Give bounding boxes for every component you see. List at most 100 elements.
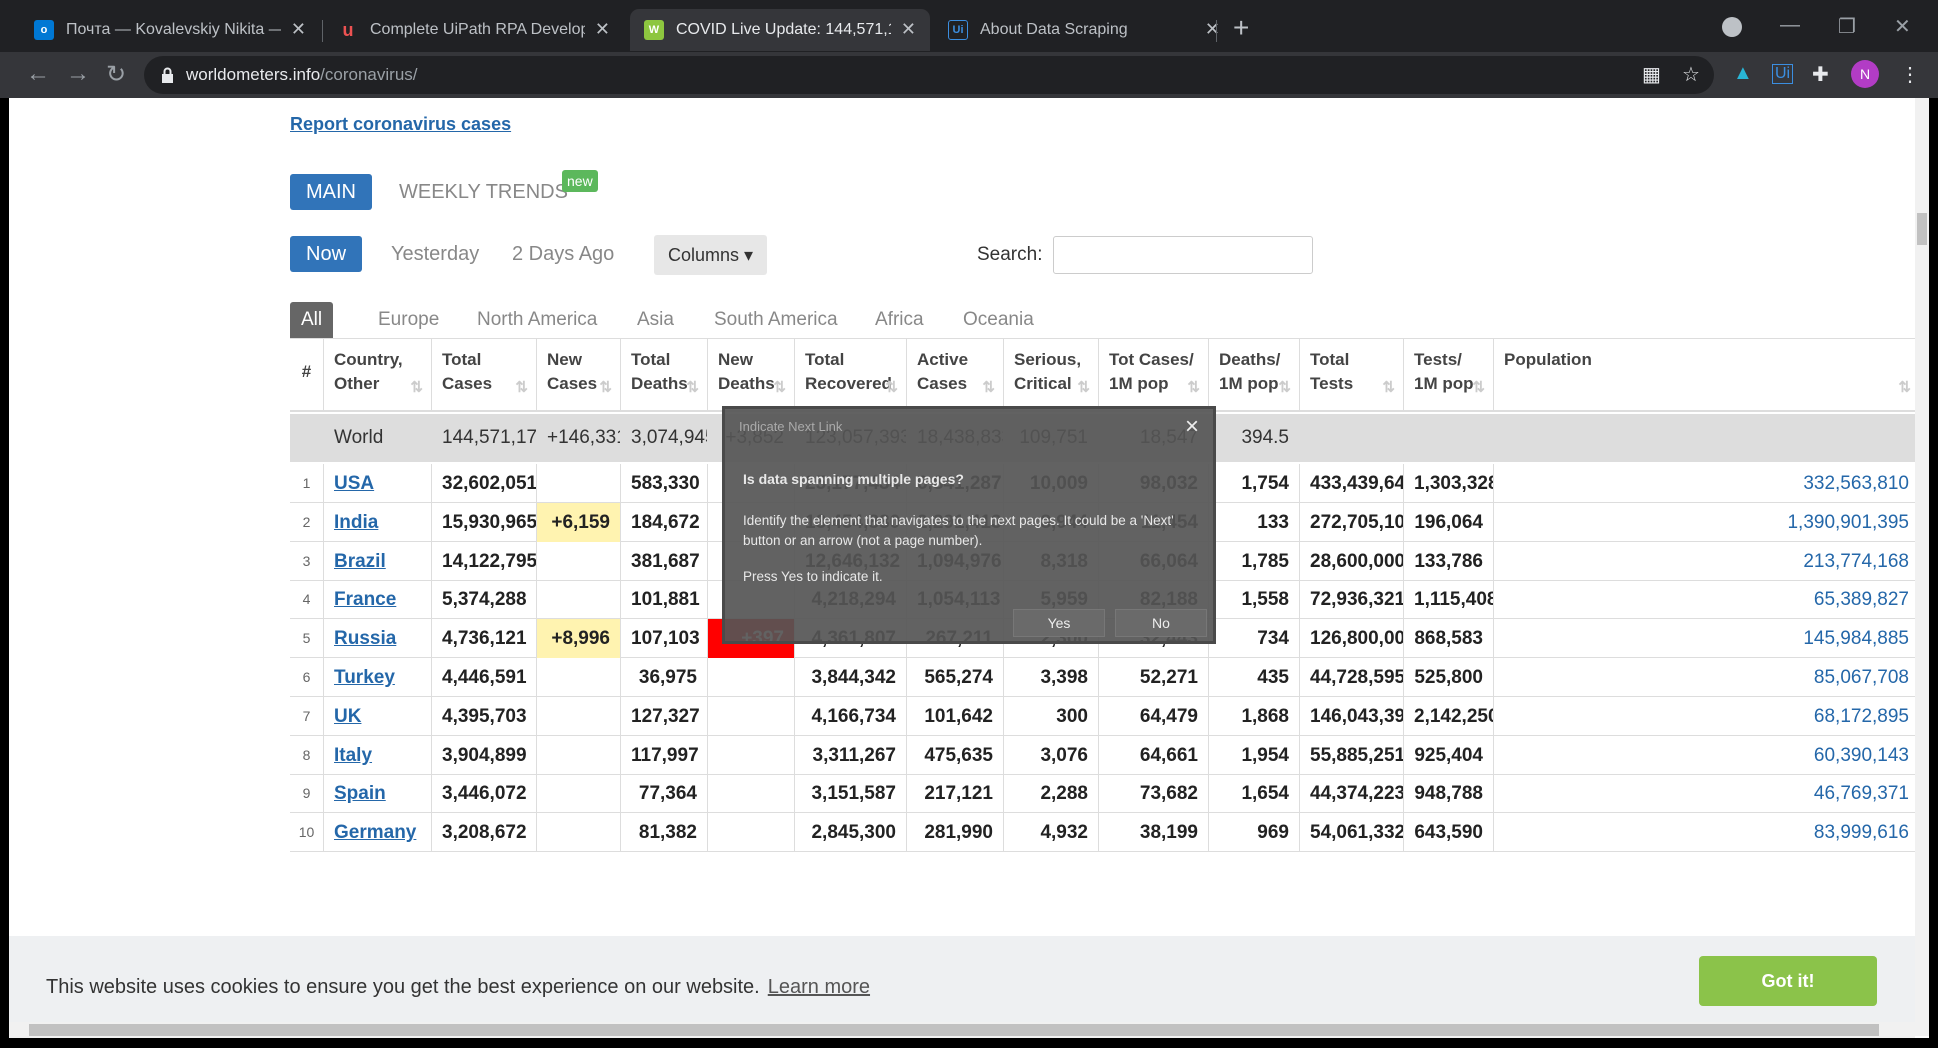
yes-button[interactable]: Yes bbox=[1013, 609, 1105, 637]
vertical-scrollbar[interactable] bbox=[1915, 98, 1929, 1036]
close-icon[interactable]: ✕ bbox=[901, 19, 916, 40]
cell-rank: 3 bbox=[290, 541, 324, 581]
tab-udemy[interactable]: u Complete UiPath RPA Developer ✕ bbox=[324, 9, 624, 51]
qr-code-icon[interactable]: ▦ bbox=[1642, 62, 1661, 87]
header-total-deaths[interactable]: Total Deaths ⇅ bbox=[621, 338, 708, 412]
outlook-icon: o bbox=[34, 20, 54, 40]
header-label: Total bbox=[442, 350, 482, 369]
tab-search-icon[interactable] bbox=[1722, 17, 1742, 37]
address-bar[interactable]: worldometers.info/coronavirus/ bbox=[144, 56, 1714, 94]
close-icon[interactable]: ✕ bbox=[595, 19, 610, 40]
country-link[interactable]: Italy bbox=[334, 745, 372, 766]
learn-more-link[interactable]: Learn more bbox=[768, 976, 870, 998]
got-it-button[interactable]: Got it! bbox=[1699, 956, 1877, 1006]
country-link[interactable]: France bbox=[334, 589, 396, 610]
header-tests-per-1m[interactable]: Tests/1M pop ⇅ bbox=[1404, 338, 1494, 412]
columns-dropdown[interactable]: Columns ▾ bbox=[654, 235, 768, 275]
country-link[interactable]: India bbox=[334, 512, 378, 533]
restore-icon[interactable]: ❐ bbox=[1838, 14, 1856, 39]
reload-icon[interactable]: ↻ bbox=[106, 60, 126, 89]
header-label: New bbox=[547, 350, 582, 369]
horizontal-scrollbar[interactable] bbox=[9, 1022, 1915, 1038]
tab-uipath-docs[interactable]: Ui About Data Scraping ✕ bbox=[934, 9, 1234, 51]
country-link[interactable]: Spain bbox=[334, 783, 386, 804]
header-label: Cases bbox=[442, 374, 493, 393]
cell-total-cases: 32,602,051 bbox=[432, 464, 537, 503]
country-link[interactable]: Turkey bbox=[334, 667, 395, 688]
table-row: 8 Italy 3,904,899 117,997 3,311,267 475,635 3,… bbox=[290, 735, 1915, 775]
uipath-extension-icon[interactable]: Ui bbox=[1772, 64, 1794, 84]
region-tab-north-america[interactable]: North America bbox=[466, 302, 608, 338]
udemy-icon: u bbox=[342, 19, 354, 40]
header-deaths-per-1m[interactable]: Deaths/1M pop ⇅ bbox=[1209, 338, 1300, 412]
cell-deaths-per-1m: 1,785 bbox=[1209, 541, 1300, 581]
cell-cases-per-1m: 52,271 bbox=[1099, 658, 1209, 697]
no-button[interactable]: No bbox=[1115, 609, 1207, 637]
cell-total-deaths: 81,382 bbox=[621, 813, 708, 853]
cell-new-deaths bbox=[708, 658, 795, 697]
tab-outlook[interactable]: o Почта — Kovalevskiy Nikita — O ✕ bbox=[20, 9, 320, 51]
tab-title: Complete UiPath RPA Developer bbox=[370, 21, 585, 38]
sort-icon: ⇅ bbox=[1187, 379, 1200, 396]
region-tab-south-america[interactable]: South America bbox=[703, 302, 849, 338]
header-total-recovered[interactable]: Total Recovered ⇅ bbox=[795, 338, 907, 412]
cell-new-deaths bbox=[708, 696, 795, 736]
header-total-tests[interactable]: Total Tests ⇅ bbox=[1300, 338, 1404, 412]
close-icon[interactable]: ✕ bbox=[1205, 19, 1220, 40]
header-rank[interactable]: # bbox=[290, 338, 324, 412]
table-row: 6 Turkey 4,446,591 36,975 3,844,342 565,274 3,… bbox=[290, 658, 1915, 697]
cell-rank: 8 bbox=[290, 735, 324, 775]
tab-now[interactable]: Now bbox=[290, 236, 363, 272]
url-path: /coronavirus/ bbox=[320, 65, 418, 84]
forward-arrow-icon[interactable]: → bbox=[66, 60, 90, 88]
sort-icon: ⇅ bbox=[885, 379, 898, 396]
header-new-cases[interactable]: New Cases ⇅ bbox=[537, 338, 621, 412]
region-tab-africa[interactable]: Africa bbox=[864, 302, 935, 338]
extension-drop-icon[interactable]: ▲ bbox=[1733, 62, 1753, 85]
cell-tests-per-1m: 925,404 bbox=[1404, 735, 1494, 775]
new-tab-plus-icon[interactable]: + bbox=[1233, 12, 1249, 44]
header-cases-per-1m[interactable]: Tot Cases/1M pop ⇅ bbox=[1099, 338, 1209, 412]
dialog-title: Indicate Next Link bbox=[739, 419, 843, 434]
cell-deaths-per-1m: 133 bbox=[1209, 502, 1300, 542]
header-active-cases[interactable]: Active Cases ⇅ bbox=[907, 338, 1004, 412]
search-input[interactable] bbox=[1053, 236, 1313, 274]
cell-new-deaths bbox=[708, 735, 795, 775]
header-population[interactable]: Population ⇅ bbox=[1494, 338, 1915, 412]
region-tab-oceania[interactable]: Oceania bbox=[952, 302, 1045, 338]
close-icon[interactable]: ✕ bbox=[291, 19, 306, 40]
window-close-icon[interactable]: ✕ bbox=[1894, 14, 1911, 39]
header-total-cases[interactable]: Total Cases ⇅ bbox=[432, 338, 537, 412]
tab-covid[interactable]: W COVID Live Update: 144,571,171 ✕ bbox=[630, 9, 930, 51]
country-link[interactable]: Brazil bbox=[334, 551, 386, 572]
region-tab-europe[interactable]: Europe bbox=[367, 302, 450, 338]
header-country[interactable]: Country, Other ⇅ bbox=[324, 338, 432, 412]
region-tab-asia[interactable]: Asia bbox=[626, 302, 685, 338]
header-label: Tot Cases/ bbox=[1109, 350, 1194, 369]
tab-yesterday[interactable]: Yesterday bbox=[375, 236, 495, 272]
cell-total-tests: 146,043,397 bbox=[1300, 696, 1404, 736]
report-cases-link[interactable]: Report coronavirus cases bbox=[290, 114, 511, 135]
minimize-icon[interactable]: — bbox=[1780, 14, 1800, 37]
cell-country: USA bbox=[324, 464, 432, 503]
cell-total-recovered: 3,311,267 bbox=[795, 735, 907, 775]
bookmark-star-icon[interactable]: ☆ bbox=[1682, 62, 1700, 87]
close-icon[interactable]: × bbox=[1185, 413, 1199, 441]
country-link[interactable]: Germany bbox=[334, 822, 416, 843]
cell-new-cases bbox=[537, 813, 621, 853]
country-link[interactable]: Russia bbox=[334, 628, 396, 649]
header-new-deaths[interactable]: New Deaths ⇅ bbox=[708, 338, 795, 412]
header-serious-critical[interactable]: Serious, Critical ⇅ bbox=[1004, 338, 1099, 412]
tab-main[interactable]: MAIN bbox=[290, 174, 372, 210]
profile-avatar[interactable]: N bbox=[1851, 60, 1879, 88]
tab-weekly-trends[interactable]: WEEKLY TRENDS bbox=[383, 174, 584, 210]
header-label: Total bbox=[805, 350, 845, 369]
tab-2-days-ago[interactable]: 2 Days Ago bbox=[496, 236, 630, 272]
region-tab-all[interactable]: All bbox=[290, 302, 334, 338]
country-link[interactable]: UK bbox=[334, 706, 361, 727]
cell-population: 46,769,371 bbox=[1494, 774, 1915, 813]
menu-dots-icon[interactable]: ⋮ bbox=[1900, 62, 1920, 87]
puzzle-extensions-icon[interactable]: ✚ bbox=[1812, 62, 1829, 87]
country-link[interactable]: USA bbox=[334, 473, 374, 494]
back-arrow-icon[interactable]: ← bbox=[26, 60, 50, 88]
